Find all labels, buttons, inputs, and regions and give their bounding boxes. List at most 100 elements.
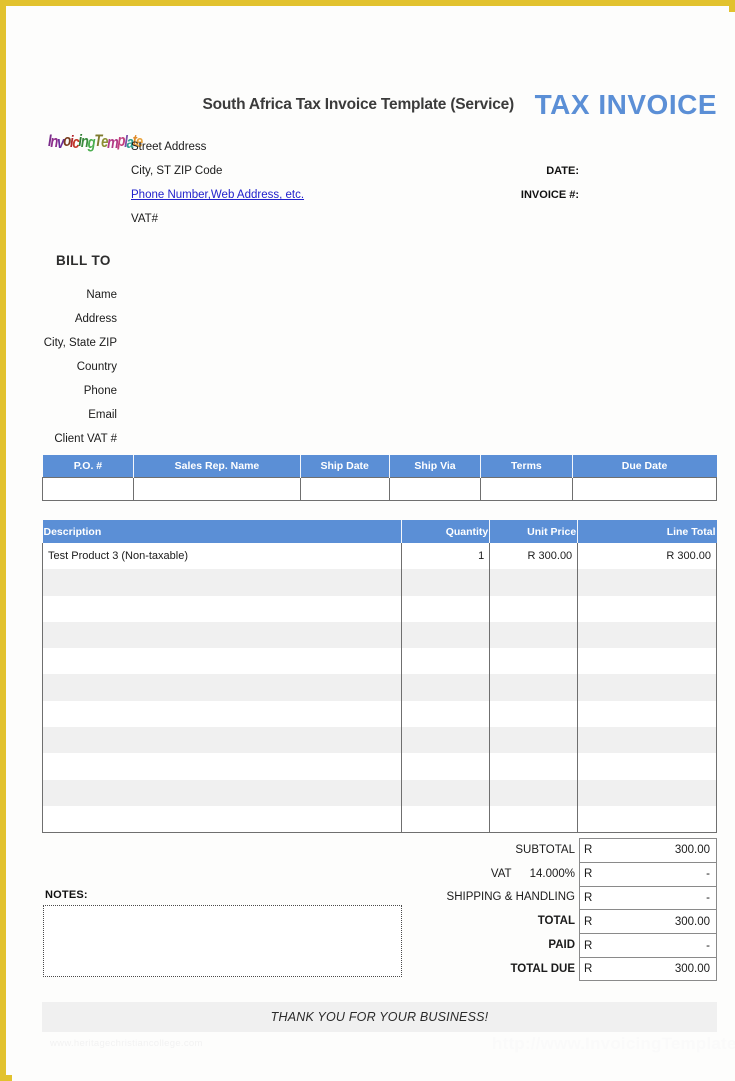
company-contact-link[interactable]: Phone Number,Web Address, etc.	[131, 183, 304, 207]
cell-unit-price[interactable]	[489, 569, 579, 596]
cell-line-total[interactable]	[577, 621, 717, 649]
table-row	[41, 648, 717, 675]
cell-unit-price[interactable]	[489, 674, 579, 701]
totals-value-cell[interactable]: R 300.00	[579, 909, 717, 934]
cell-unit-price[interactable]	[489, 727, 579, 754]
totals-amount: 300.00	[674, 915, 710, 928]
cell-ship-via[interactable]	[388, 476, 482, 501]
bill-to-field-email[interactable]: Email	[12, 403, 117, 427]
cell-line-total[interactable]	[577, 727, 717, 754]
invoice-sheet: South Africa Tax Invoice Template (Servi…	[12, 12, 735, 1081]
bill-to-field-address[interactable]: Address	[12, 307, 117, 331]
totals-label-text: TOTAL	[537, 915, 575, 928]
cell-po-number[interactable]	[41, 476, 135, 501]
cell-description[interactable]	[41, 569, 403, 596]
currency-symbol: R	[584, 962, 593, 975]
totals-label: SUBTOTAL	[412, 844, 579, 856]
cell-quantity[interactable]: 1	[401, 543, 491, 570]
cell-line-total[interactable]	[577, 648, 717, 675]
notes-label: NOTES:	[45, 889, 88, 901]
cell-description[interactable]	[41, 805, 403, 833]
cell-quantity[interactable]	[401, 621, 491, 649]
bill-to-field-client-vat[interactable]: Client VAT #	[12, 427, 117, 451]
cell-unit-price[interactable]	[489, 648, 579, 675]
table-row	[41, 476, 718, 501]
cell-description[interactable]	[41, 700, 403, 728]
totals-rate-value[interactable]: 14.000%	[530, 868, 575, 880]
currency-symbol: R	[584, 939, 593, 952]
cell-quantity[interactable]	[401, 700, 491, 728]
cell-line-total[interactable]	[577, 805, 717, 833]
cell-description[interactable]	[41, 753, 403, 780]
cell-terms[interactable]	[480, 476, 573, 501]
cell-ship-date[interactable]	[299, 476, 390, 501]
totals-value-cell[interactable]: R 300.00	[579, 838, 717, 862]
totals-block: SUBTOTAL R 300.00 VAT 14.000% R - SHIPPING & HA…	[412, 838, 717, 981]
cell-quantity[interactable]	[401, 648, 491, 675]
cell-line-total[interactable]: R 300.00	[577, 543, 717, 570]
company-address-block: Street Address City, ST ZIP Code Phone N…	[131, 135, 304, 231]
totals-value-cell[interactable]: R-	[579, 861, 717, 886]
cell-description[interactable]	[41, 779, 403, 806]
totals-label-text: TOTAL DUE	[510, 962, 575, 975]
page-title: South Africa Tax Invoice Template (Servi…	[202, 96, 514, 113]
cell-quantity[interactable]	[401, 753, 491, 780]
cell-description[interactable]: Test Product 3 (Non-taxable)	[41, 543, 403, 570]
cell-line-total[interactable]	[577, 595, 717, 622]
totals-value-cell[interactable]: R-	[579, 885, 717, 910]
table-header-row: Description Quantity Unit Price Line Tot…	[42, 520, 717, 543]
company-vat-label: VAT#	[131, 213, 159, 225]
notes-input[interactable]	[43, 905, 402, 977]
cell-quantity[interactable]	[401, 674, 491, 701]
table-row	[41, 621, 717, 649]
cell-unit-price[interactable]	[489, 805, 579, 833]
cell-line-total[interactable]	[577, 700, 717, 728]
cell-unit-price[interactable]	[489, 753, 579, 780]
bill-to-field-phone[interactable]: Phone	[12, 379, 117, 403]
cell-unit-price[interactable]	[489, 700, 579, 728]
shipping-info-table: P.O. # Sales Rep. Name Ship Date Ship Vi…	[41, 455, 718, 501]
cell-line-total[interactable]	[577, 753, 717, 780]
cell-description[interactable]	[41, 727, 403, 754]
cell-description[interactable]	[41, 648, 403, 675]
totals-label: VAT 14.000%	[412, 868, 579, 880]
col-description: Description	[42, 520, 403, 543]
totals-value-cell[interactable]: R-	[579, 933, 717, 957]
bill-to-field-country[interactable]: Country	[12, 355, 117, 379]
cell-line-total[interactable]	[577, 569, 717, 596]
table-row	[41, 700, 717, 728]
cell-description[interactable]	[41, 674, 403, 701]
cell-line-total[interactable]	[577, 674, 717, 701]
watermark-right-url: http://www.InvoicingTemplate.com	[492, 1034, 735, 1053]
cell-due-date[interactable]	[571, 476, 718, 501]
line-items-body: Test Product 3 (Non-taxable) 1 R 300.00 R 3…	[41, 543, 717, 833]
cell-quantity[interactable]	[401, 595, 491, 622]
cell-quantity[interactable]	[401, 779, 491, 806]
line-items-table: Description Quantity Unit Price Line Tot…	[41, 520, 717, 833]
col-sales-rep-name: Sales Rep. Name	[133, 455, 301, 477]
cell-unit-price[interactable]	[489, 621, 579, 649]
totals-label: SHIPPING & HANDLING	[412, 891, 579, 903]
cell-unit-price[interactable]: R 300.00	[489, 543, 579, 570]
cell-description[interactable]	[41, 595, 403, 622]
bill-to-field-name[interactable]: Name	[12, 283, 117, 307]
totals-label: PAID	[412, 939, 579, 951]
totals-label: TOTAL	[412, 915, 579, 927]
bill-to-field-city-state-zip[interactable]: City, State ZIP	[12, 331, 117, 355]
totals-amount: -	[706, 868, 710, 881]
cell-line-total[interactable]	[577, 779, 717, 806]
table-row	[41, 753, 717, 780]
cell-sales-rep-name[interactable]	[133, 476, 301, 501]
col-unit-price: Unit Price	[489, 520, 579, 543]
page-border: South Africa Tax Invoice Template (Servi…	[0, 0, 735, 1081]
cell-quantity[interactable]	[401, 805, 491, 833]
cell-quantity[interactable]	[401, 727, 491, 754]
date-label: DATE:	[546, 165, 579, 177]
cell-unit-price[interactable]	[489, 779, 579, 806]
totals-value-cell[interactable]: R 300.00	[579, 956, 717, 981]
logo-letter: m	[107, 133, 119, 152]
cell-unit-price[interactable]	[489, 595, 579, 622]
totals-row: SUBTOTAL R 300.00	[412, 838, 717, 862]
cell-quantity[interactable]	[401, 569, 491, 596]
cell-description[interactable]	[41, 621, 403, 649]
